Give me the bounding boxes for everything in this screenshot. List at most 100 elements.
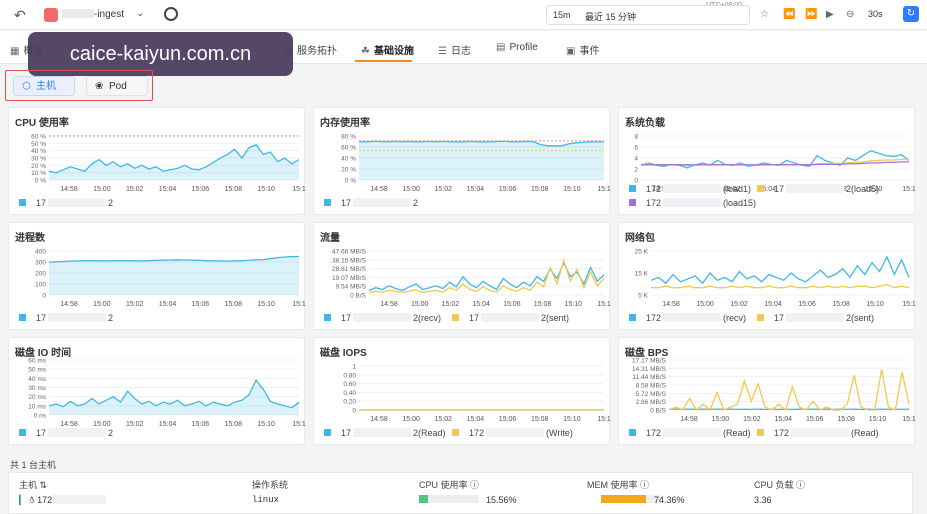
y-tick-label: 47.68 MB/S xyxy=(332,249,367,256)
legend-item[interactable]: 172(recv) xyxy=(324,313,441,323)
y-tick-label: 6 xyxy=(634,145,638,152)
refresh-interval-select[interactable]: 30s xyxy=(868,9,883,19)
col-host[interactable]: 主机 ⇅ xyxy=(19,478,47,491)
y-tick-label: 0.40 xyxy=(343,390,356,397)
legend-item[interactable]: 17 2 xyxy=(324,198,418,208)
chart-panel: 内存使用率 80 % 60 % 40 % 20 % 0 % 14:58 15:00 15:02 1… xyxy=(313,107,611,215)
os-value: linux xyxy=(252,495,280,505)
x-tick-label: 15:10 xyxy=(565,301,583,308)
forward-icon[interactable]: ⏩ xyxy=(805,9,817,20)
legend-item[interactable]: 172(Read) xyxy=(629,428,751,438)
x-tick-label: 15:00 xyxy=(93,186,111,193)
y-tick-label: 0 ns xyxy=(34,413,47,420)
x-tick-label: 15:00 xyxy=(402,416,420,423)
app-name-redacted xyxy=(62,9,94,18)
legend-redacted xyxy=(353,428,412,437)
legend-item[interactable]: 172(Read) xyxy=(324,428,446,438)
tab-profile[interactable]: ▤ Profile xyxy=(496,42,538,53)
profile-icon: ▤ xyxy=(496,42,506,53)
legend-item[interactable]: 17 2 xyxy=(19,313,113,323)
y-tick-label: 30 ms xyxy=(28,385,46,392)
tab-infra[interactable]: ☘ 基础设施 xyxy=(361,42,414,57)
overview-icon: ▦ xyxy=(10,46,20,57)
host-table: 主机 ⇅ 操作系统 CPU 使用率 ⓘ MEM 使用率 ⓘ CPU 负载 ⓘ ▎… xyxy=(8,472,913,514)
y-tick-label: 100 xyxy=(35,282,46,289)
legend-item[interactable]: 172 (load15) xyxy=(629,198,756,208)
time-range-picker[interactable]: 15m 最近 15 分钟 xyxy=(546,5,750,25)
x-tick-label: 15:06 xyxy=(192,301,210,308)
event-icon: ▣ xyxy=(566,46,576,57)
legend-redacted xyxy=(663,198,722,207)
legend-redacted xyxy=(663,313,722,322)
series-line[interactable] xyxy=(650,255,910,285)
log-icon: ☰ xyxy=(438,46,447,57)
x-tick-label: 15:00 xyxy=(696,301,714,308)
legend-redacted xyxy=(663,184,722,193)
legend-redacted xyxy=(48,428,107,437)
x-tick-label: 15:10 xyxy=(869,416,887,423)
linux-icon: 🐧︎ xyxy=(29,495,35,505)
series-line[interactable] xyxy=(368,257,605,294)
legend-item[interactable]: 17 2(sent) xyxy=(452,313,569,323)
refresh-button[interactable]: ↻ xyxy=(903,6,919,22)
legend-swatch xyxy=(324,199,331,206)
x-tick-label: 15:02 xyxy=(126,186,144,193)
cpu-usage-fill xyxy=(419,495,429,503)
y-tick-label: 50 ms xyxy=(28,367,46,374)
series-line[interactable] xyxy=(651,284,910,289)
x-tick-label: 15:02 xyxy=(435,416,453,423)
y-tick-label: 60 ms xyxy=(28,358,46,365)
segment-host[interactable]: ⬡ 主机 xyxy=(13,76,75,96)
y-tick-label: 11.44 MB/S xyxy=(633,374,667,381)
legend-item[interactable]: 172 (load1) xyxy=(629,184,751,194)
legend-swatch xyxy=(19,429,26,436)
y-tick-label: 40 ms xyxy=(28,376,46,383)
cpu-load-value: 3.36 xyxy=(754,495,772,505)
host-link[interactable]: 🐧︎ 172 xyxy=(29,495,107,507)
status-icon[interactable] xyxy=(164,7,178,21)
series-line[interactable] xyxy=(668,369,910,412)
y-tick-label: 0 B/S xyxy=(350,293,367,300)
y-tick-label: 0 B/S xyxy=(650,408,667,415)
pin-icon[interactable]: ☆ xyxy=(760,9,769,20)
x-tick-label: 15:1 xyxy=(902,186,916,193)
x-tick-label: 15:04 xyxy=(159,301,177,308)
segment-pod[interactable]: ❀ Pod xyxy=(86,76,148,96)
col-cpu: CPU 使用率 ⓘ xyxy=(419,480,480,490)
legend-item[interactable]: 172 (Write) xyxy=(452,428,573,438)
x-tick-label: 15:08 xyxy=(837,416,855,423)
sort-icon: ⇅ xyxy=(39,480,48,490)
legend-swatch xyxy=(757,314,764,321)
cpu-usage-bar xyxy=(419,495,479,503)
y-tick-label: 20 % xyxy=(31,163,46,170)
y-tick-label: 9.54 MB/S xyxy=(336,284,367,291)
legend-swatch xyxy=(452,314,459,321)
tab-log[interactable]: ☰ 日志 xyxy=(438,42,471,57)
back-arrow-icon[interactable]: ↶ xyxy=(14,7,26,24)
x-tick-label: 15:04 xyxy=(764,301,782,308)
tab-event[interactable]: ▣ 事件 xyxy=(566,42,599,57)
zoom-out-icon[interactable]: ⊖ xyxy=(846,9,854,20)
series-line[interactable] xyxy=(641,161,909,166)
col-os: 操作系统 xyxy=(252,480,289,490)
legend-item[interactable]: 172(recv) xyxy=(629,313,746,323)
play-icon[interactable]: ▶ xyxy=(826,9,834,20)
x-tick-label: 15:02 xyxy=(442,301,460,308)
legend-item[interactable]: 17 2(load5) xyxy=(757,184,879,194)
y-tick-label: 8 xyxy=(634,134,638,141)
legend-swatch xyxy=(324,429,331,436)
legend-redacted xyxy=(663,428,722,437)
legend-item[interactable]: 172(Read) xyxy=(757,428,879,438)
pod-icon: ❀ xyxy=(95,81,104,92)
chart-panel: 系统负载8642014:5815:0015:0215:0415:0615:081… xyxy=(618,107,916,215)
legend-redacted xyxy=(48,313,107,322)
legend-item[interactable]: 17 2 xyxy=(19,428,113,438)
legend-item[interactable]: 17 2 xyxy=(19,198,113,208)
x-tick-label: 15:1 xyxy=(292,186,306,193)
app-selector[interactable]: -ingest xyxy=(62,9,124,20)
rewind-icon[interactable]: ⏪ xyxy=(783,9,795,20)
chevron-down-icon[interactable]: ⌄ xyxy=(136,8,144,19)
chart-panel: 网络包 25 K 15 K5 K 14:58 15:00 15:02 15:04 15:06 1… xyxy=(618,222,916,330)
y-tick-label: 300 xyxy=(35,260,46,267)
legend-item[interactable]: 17 2(sent) xyxy=(757,313,874,323)
